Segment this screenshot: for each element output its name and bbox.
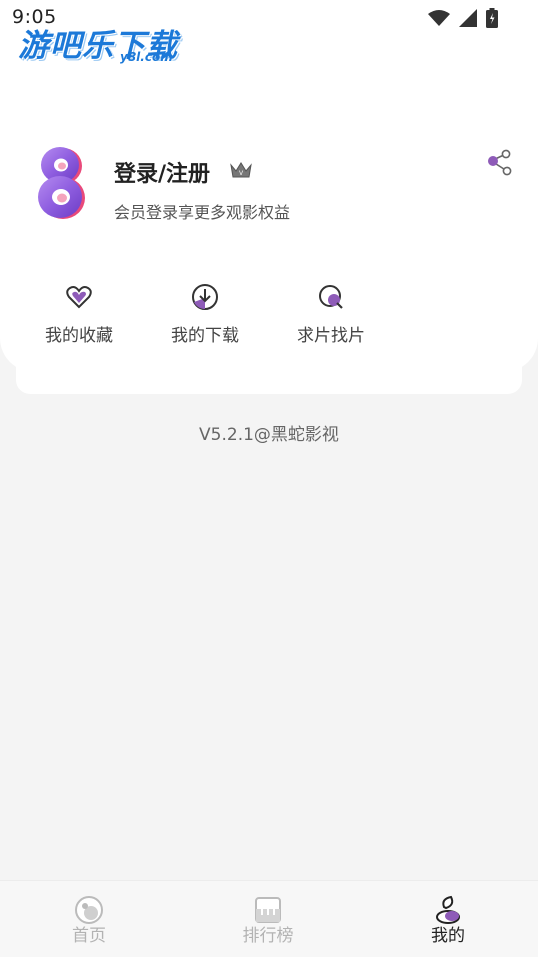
app-logo-8-icon[interactable] (30, 142, 92, 222)
crown-icon: V (230, 162, 252, 178)
battery-icon (486, 8, 498, 28)
quick-action-label: 求片找片 (297, 326, 365, 346)
status-icons (428, 8, 498, 28)
quick-action-request[interactable]: 求片找片 (286, 283, 376, 346)
nav-label: 排行榜 (242, 926, 294, 946)
nav-ranking[interactable]: 排行榜 (228, 895, 308, 946)
heart-icon (66, 286, 92, 309)
nav-label: 首页 (72, 926, 106, 946)
quick-action-label: 我的收藏 (45, 326, 113, 346)
bottom-nav: 首页 排行榜 我的 (0, 880, 538, 957)
wifi-icon (428, 10, 450, 26)
search-icon (319, 285, 343, 309)
login-register-link[interactable]: 登录/注册 (114, 156, 210, 188)
quick-action-favorites[interactable]: 我的收藏 (34, 283, 124, 346)
download-icon (192, 284, 218, 310)
nav-home[interactable]: 首页 (49, 895, 129, 946)
login-subtitle: 会员登录享更多观影权益 (114, 203, 291, 222)
watermark-domain: y8l.com (120, 50, 173, 64)
nav-profile[interactable]: 我的 (408, 895, 488, 946)
share-icon[interactable] (485, 149, 513, 177)
nav-label: 我的 (431, 926, 465, 946)
signal-icon (459, 9, 477, 27)
profile-card-tail (16, 340, 522, 394)
quick-action-label: 我的下载 (171, 326, 239, 346)
quick-action-downloads[interactable]: 我的下载 (160, 283, 250, 346)
version-text: V5.2.1@黑蛇影视 (199, 425, 339, 445)
